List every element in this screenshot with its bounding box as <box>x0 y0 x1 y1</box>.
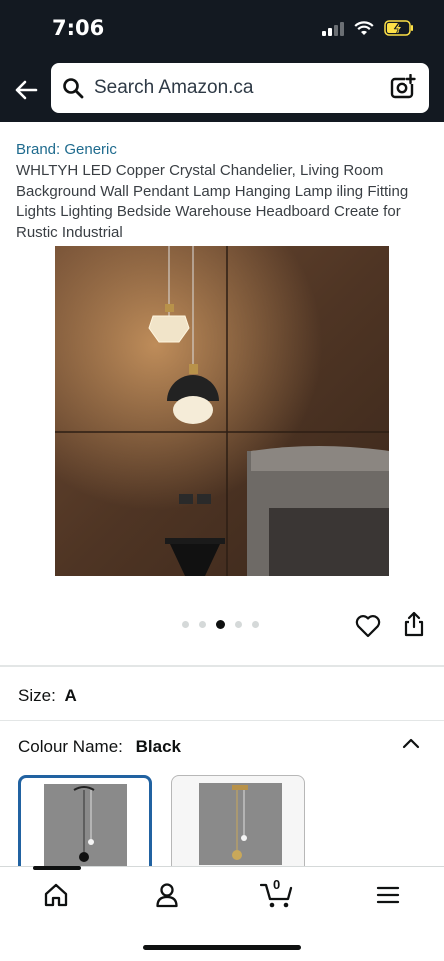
carousel-dot[interactable] <box>182 621 189 628</box>
search-input[interactable]: Search Amazon.ca <box>94 77 253 99</box>
status-bar: 7:06 <box>0 0 444 62</box>
search-icon <box>63 78 84 99</box>
carousel-dot-active[interactable] <box>216 620 225 629</box>
menu-icon[interactable] <box>376 885 400 905</box>
image-carousel-indicator <box>182 620 259 629</box>
signal-icon <box>322 21 344 36</box>
chevron-up-icon[interactable] <box>402 736 420 750</box>
size-label: Size: <box>18 686 56 705</box>
carousel-dot[interactable] <box>252 621 259 628</box>
colour-selector: Colour Name: Black <box>18 737 181 757</box>
size-selector: Size: A <box>18 686 77 706</box>
section-divider <box>0 720 444 721</box>
status-time: 7:06 <box>52 16 105 40</box>
carousel-dot[interactable] <box>199 621 206 628</box>
camera-search-icon[interactable] <box>390 74 416 100</box>
product-image[interactable] <box>55 246 389 576</box>
cart-count: 0 <box>273 877 281 892</box>
app-header: Search Amazon.ca <box>0 62 444 122</box>
home-indicator <box>143 945 301 950</box>
size-value: A <box>64 686 77 705</box>
wifi-icon <box>354 20 374 35</box>
colour-option-black[interactable] <box>18 775 152 875</box>
carousel-dot[interactable] <box>235 621 242 628</box>
product-title: WHLTYH LED Copper Crystal Chandelier, Li… <box>16 162 409 241</box>
status-icons <box>322 20 414 36</box>
section-divider <box>0 665 444 667</box>
account-icon[interactable] <box>154 882 180 908</box>
colour-label: Colour Name: <box>18 737 123 756</box>
heart-icon[interactable] <box>354 612 382 640</box>
home-icon[interactable] <box>43 882 69 908</box>
swatch-image <box>199 783 282 865</box>
cart-button[interactable]: 0 <box>259 877 296 909</box>
swatch-image <box>44 784 127 866</box>
colour-value: Black <box>135 737 181 756</box>
battery-charging-icon <box>384 20 413 36</box>
back-arrow-icon[interactable] <box>10 74 42 106</box>
brand-link[interactable]: Brand: Generic <box>16 141 117 158</box>
search-bar[interactable]: Search Amazon.ca <box>51 63 429 113</box>
colour-option-gold[interactable] <box>171 775 305 875</box>
active-tab-indicator <box>33 866 81 870</box>
share-icon[interactable] <box>402 610 426 638</box>
